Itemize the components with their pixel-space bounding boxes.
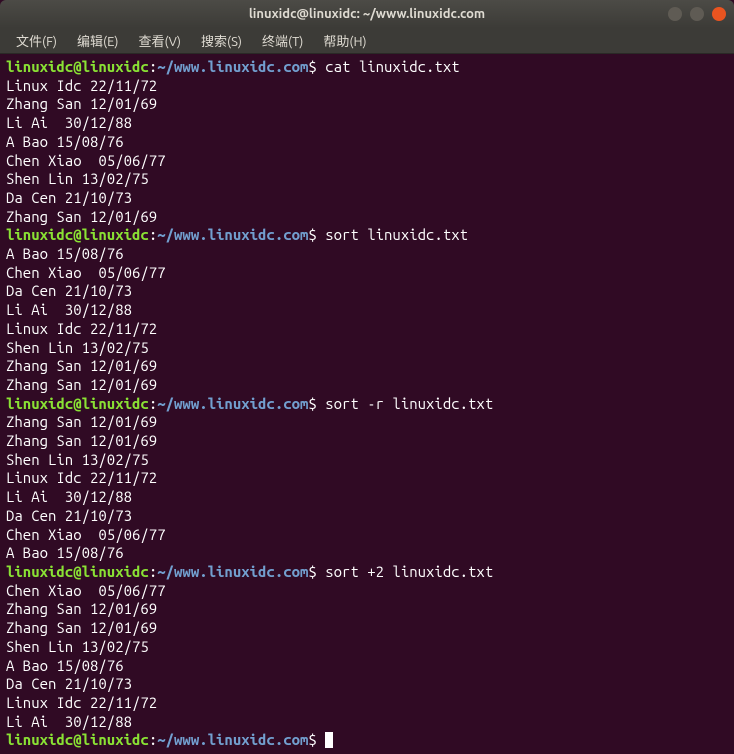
- terminal-line: linuxidc@linuxidc:~/www.linuxidc.com$: [6, 731, 728, 750]
- close-icon[interactable]: [712, 7, 726, 21]
- output-line: Shen Lin 13/02/75: [6, 170, 728, 189]
- output-line: Zhang San 12/01/69: [6, 95, 728, 114]
- prompt-colon: :: [149, 58, 157, 75]
- prompt-sigil: $: [308, 563, 316, 580]
- prompt-user-host: linuxidc@linuxidc: [6, 563, 149, 580]
- prompt-sigil: $: [308, 226, 316, 243]
- output-line: Zhang San 12/01/69: [6, 619, 728, 638]
- terminal-area[interactable]: linuxidc@linuxidc:~/www.linuxidc.com$ ca…: [0, 54, 734, 754]
- prompt-path: ~/www.linuxidc.com: [157, 226, 308, 243]
- prompt-path: ~/www.linuxidc.com: [157, 58, 308, 75]
- command-text: cat linuxidc.txt: [325, 58, 459, 75]
- terminal-line: linuxidc@linuxidc:~/www.linuxidc.com$ so…: [6, 395, 728, 414]
- output-line: Zhang San 12/01/69: [6, 357, 728, 376]
- prompt-sigil: $: [308, 58, 316, 75]
- prompt-colon: :: [149, 563, 157, 580]
- prompt-path: ~/www.linuxidc.com: [157, 395, 308, 412]
- output-line: Chen Xiao 05/06/77: [6, 264, 728, 283]
- prompt-colon: :: [149, 226, 157, 243]
- terminal-line: linuxidc@linuxidc:~/www.linuxidc.com$ ca…: [6, 58, 728, 77]
- output-line: Da Cen 21/10/73: [6, 675, 728, 694]
- command-text: sort +2 linuxidc.txt: [325, 563, 493, 580]
- output-line: Da Cen 21/10/73: [6, 189, 728, 208]
- prompt-path: ~/www.linuxidc.com: [157, 731, 308, 748]
- prompt-user-host: linuxidc@linuxidc: [6, 731, 149, 748]
- prompt-colon: :: [149, 395, 157, 412]
- output-line: Zhang San 12/01/69: [6, 376, 728, 395]
- window-controls: [668, 7, 726, 21]
- prompt-user-host: linuxidc@linuxidc: [6, 395, 149, 412]
- window-titlebar: linuxidc@linuxidc: ~/www.linuxidc.com: [0, 0, 734, 28]
- window-title: linuxidc@linuxidc: ~/www.linuxidc.com: [249, 7, 485, 21]
- output-line: Linux Idc 22/11/72: [6, 694, 728, 713]
- menu-file[interactable]: 文件(F): [8, 29, 65, 52]
- output-line: Shen Lin 13/02/75: [6, 451, 728, 470]
- output-line: Shen Lin 13/02/75: [6, 638, 728, 657]
- cursor-block: [325, 732, 333, 748]
- output-line: Li Ai 30/12/88: [6, 488, 728, 507]
- output-line: Li Ai 30/12/88: [6, 114, 728, 133]
- minimize-icon[interactable]: [668, 7, 682, 21]
- prompt-colon: :: [149, 731, 157, 748]
- menu-search[interactable]: 搜索(S): [193, 29, 250, 52]
- output-line: Chen Xiao 05/06/77: [6, 526, 728, 545]
- output-line: Li Ai 30/12/88: [6, 713, 728, 732]
- output-line: Linux Idc 22/11/72: [6, 469, 728, 488]
- output-line: Li Ai 30/12/88: [6, 301, 728, 320]
- output-line: A Bao 15/08/76: [6, 657, 728, 676]
- menu-edit[interactable]: 编辑(E): [69, 29, 126, 52]
- output-line: Shen Lin 13/02/75: [6, 339, 728, 358]
- output-line: A Bao 15/08/76: [6, 133, 728, 152]
- output-line: Zhang San 12/01/69: [6, 208, 728, 227]
- output-line: Chen Xiao 05/06/77: [6, 582, 728, 601]
- output-line: Linux Idc 22/11/72: [6, 77, 728, 96]
- menu-terminal[interactable]: 终端(T): [254, 29, 311, 52]
- prompt-user-host: linuxidc@linuxidc: [6, 58, 149, 75]
- maximize-icon[interactable]: [690, 7, 704, 21]
- command-text: sort -r linuxidc.txt: [325, 395, 493, 412]
- output-line: A Bao 15/08/76: [6, 245, 728, 264]
- output-line: Linux Idc 22/11/72: [6, 320, 728, 339]
- menu-view[interactable]: 查看(V): [131, 29, 189, 52]
- prompt-user-host: linuxidc@linuxidc: [6, 226, 149, 243]
- terminal-line: linuxidc@linuxidc:~/www.linuxidc.com$ so…: [6, 563, 728, 582]
- menubar: 文件(F) 编辑(E) 查看(V) 搜索(S) 终端(T) 帮助(H): [0, 28, 734, 54]
- output-line: Zhang San 12/01/69: [6, 600, 728, 619]
- output-line: Chen Xiao 05/06/77: [6, 152, 728, 171]
- command-text: sort linuxidc.txt: [325, 226, 468, 243]
- prompt-path: ~/www.linuxidc.com: [157, 563, 308, 580]
- output-line: Da Cen 21/10/73: [6, 507, 728, 526]
- output-line: A Bao 15/08/76: [6, 544, 728, 563]
- output-line: Zhang San 12/01/69: [6, 432, 728, 451]
- output-line: Da Cen 21/10/73: [6, 282, 728, 301]
- output-line: Zhang San 12/01/69: [6, 413, 728, 432]
- menu-help[interactable]: 帮助(H): [315, 29, 374, 52]
- prompt-sigil: $: [308, 731, 316, 748]
- terminal-line: linuxidc@linuxidc:~/www.linuxidc.com$ so…: [6, 226, 728, 245]
- prompt-sigil: $: [308, 395, 316, 412]
